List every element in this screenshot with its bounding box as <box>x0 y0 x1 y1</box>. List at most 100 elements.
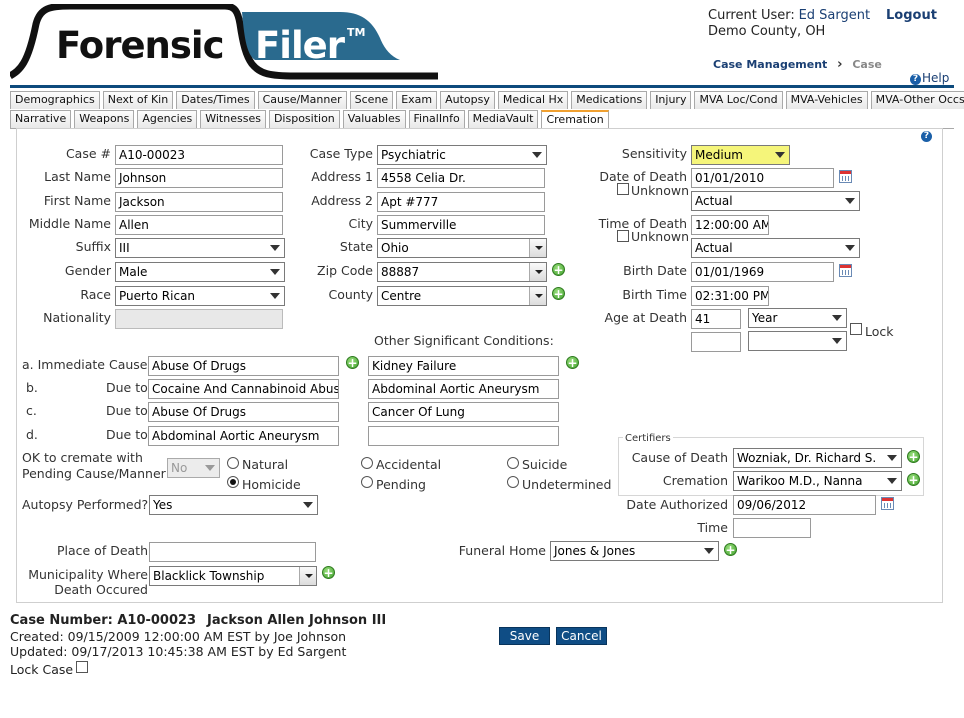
other-condition-2-field[interactable]: Abdominal Aortic Aneurysm <box>368 379 559 399</box>
cause-c-field[interactable]: Abuse Of Drugs <box>148 402 339 422</box>
autopsy-select[interactable]: Yes <box>149 495 318 515</box>
calendar-icon[interactable] <box>839 170 852 183</box>
sensitivity-select[interactable]: Medium <box>691 145 790 165</box>
manner-accidental-radio[interactable] <box>361 457 373 469</box>
tab-finalinfo[interactable]: FinalInfo <box>408 110 465 128</box>
first-name-field[interactable]: Jackson <box>115 192 283 212</box>
tod-type-select[interactable]: Actual <box>691 238 860 258</box>
cause-b-field[interactable]: Cocaine And Cannabinoid Abuse <box>148 379 339 399</box>
address1-field[interactable]: 4558 Celia Dr. <box>377 168 545 188</box>
tab-medications[interactable]: Medications <box>571 91 648 109</box>
add-certifier-icon[interactable]: + <box>907 450 920 463</box>
add-county-icon[interactable]: + <box>552 287 565 300</box>
manner-undetermined-radio[interactable] <box>507 476 519 488</box>
gender-select[interactable]: Male <box>115 262 285 282</box>
municipality-combo[interactable]: Blacklick Township <box>149 566 317 586</box>
age-field-2[interactable] <box>691 332 741 352</box>
cancel-button[interactable]: Cancel <box>556 627 607 645</box>
breadcrumb-case-management[interactable]: Case Management <box>713 58 827 71</box>
tab-demographics[interactable]: Demographics <box>10 91 100 109</box>
add-cause-icon[interactable]: + <box>346 356 359 369</box>
age-field[interactable]: 41 <box>691 309 741 329</box>
other-condition-3-field[interactable]: Cancer Of Lung <box>368 402 559 422</box>
tab-disposition[interactable]: Disposition <box>268 110 340 128</box>
tab-medical-hx[interactable]: Medical Hx <box>497 91 569 109</box>
add-condition-icon[interactable]: + <box>566 356 579 369</box>
manner-pending-radio[interactable] <box>361 476 373 488</box>
tab-cremation[interactable]: Cremation <box>541 110 609 129</box>
age-lock-checkbox[interactable] <box>850 323 862 335</box>
county-combo[interactable]: Centre <box>377 286 547 306</box>
tab-scene[interactable]: Scene <box>349 91 394 109</box>
tab-injury[interactable]: Injury <box>650 91 692 109</box>
tab-valuables[interactable]: Valuables <box>342 110 406 128</box>
funeral-select[interactable]: Jones & Jones <box>550 541 719 561</box>
tab-weapons[interactable]: Weapons <box>74 110 135 128</box>
ok-cremate-select[interactable]: No <box>167 458 220 478</box>
tab-mva-loc-cond[interactable]: MVA Loc/Cond <box>694 91 783 109</box>
last-name-field[interactable]: Johnson <box>115 168 283 188</box>
tab-mva-other-occs[interactable]: MVA-Other Occs <box>870 91 964 109</box>
address2-field[interactable]: Apt #777 <box>377 192 545 212</box>
tab-dates-times[interactable]: Dates/Times <box>176 91 255 109</box>
logout-link[interactable]: Logout <box>886 8 937 23</box>
tod-unknown-checkbox[interactable] <box>617 230 629 242</box>
race-select[interactable]: Puerto Rican <box>115 286 285 306</box>
manner-natural-radio[interactable] <box>227 457 239 469</box>
birth-time-field[interactable]: 02:31:00 PM <box>691 286 769 306</box>
dod-type-select[interactable]: Actual <box>691 191 860 211</box>
chevron-down-icon <box>832 338 842 344</box>
combo-button[interactable] <box>529 239 546 257</box>
case-no-field[interactable]: A10-00023 <box>115 145 283 165</box>
case-type-value: Psychiatric <box>381 148 446 162</box>
tab-next-of-kin[interactable]: Next of Kin <box>102 91 174 109</box>
manner-suicide-radio[interactable] <box>507 457 519 469</box>
suffix-select[interactable]: III <box>115 238 285 258</box>
cause-d-field[interactable]: Abdominal Aortic Aneurysm <box>148 426 339 446</box>
add-zip-icon[interactable]: + <box>552 263 565 276</box>
middle-name-field[interactable]: Allen <box>115 215 283 235</box>
place-field[interactable] <box>149 542 316 562</box>
add-municipality-icon[interactable]: + <box>322 566 335 579</box>
save-button[interactable]: Save <box>499 627 550 645</box>
cert-cod-select[interactable]: Wozniak, Dr. Richard S. <box>733 448 902 468</box>
panel-help-icon[interactable]: ? <box>921 131 932 142</box>
tod-field[interactable]: 12:00:00 AM <box>691 215 769 235</box>
age-unit-select[interactable]: Year <box>748 308 847 328</box>
manner-homicide-radio[interactable] <box>227 476 239 488</box>
city-field[interactable]: Summerville <box>377 215 545 235</box>
dod-unknown-checkbox[interactable] <box>617 183 629 195</box>
add-funeral-home-icon[interactable]: + <box>724 543 737 556</box>
dod-field[interactable]: 01/01/2010 <box>691 168 834 188</box>
nationality-field[interactable] <box>115 309 283 329</box>
calendar-icon[interactable] <box>881 497 894 510</box>
combo-button[interactable] <box>529 263 546 281</box>
tab-exam[interactable]: Exam <box>396 91 438 109</box>
age-unit-select-2[interactable] <box>748 331 847 351</box>
tab-mediavault[interactable]: MediaVault <box>467 110 539 128</box>
add-certifier-icon[interactable]: + <box>907 473 920 486</box>
cause-a-field[interactable]: Abuse Of Drugs <box>148 356 339 376</box>
tab-witnesses[interactable]: Witnesses <box>200 110 266 128</box>
other-condition-4-field[interactable] <box>368 426 559 446</box>
birth-date-field[interactable]: 01/01/1969 <box>691 262 834 282</box>
state-combo[interactable]: Ohio <box>377 238 547 258</box>
tab-autopsy[interactable]: Autopsy <box>440 91 495 109</box>
combo-button[interactable] <box>529 287 546 305</box>
cert-crem-select[interactable]: Warikoo M.D., Nanna <box>733 471 902 491</box>
calendar-icon[interactable] <box>839 264 852 277</box>
other-condition-1-field[interactable]: Kidney Failure <box>368 356 559 376</box>
help-link[interactable]: ? Help <box>910 71 949 85</box>
time-field[interactable] <box>733 518 811 538</box>
tab-agencies[interactable]: Agencies <box>137 110 198 128</box>
tab-cause-manner[interactable]: Cause/Manner <box>257 91 347 109</box>
zip-combo[interactable]: 88887 <box>377 262 547 282</box>
funeral-value: Jones & Jones <box>554 544 636 558</box>
tab-narrative[interactable]: Narrative <box>10 110 72 128</box>
chevron-down-icon <box>305 574 313 578</box>
date-auth-field[interactable]: 09/06/2012 <box>733 495 876 515</box>
combo-button[interactable] <box>299 567 316 585</box>
tab-mva-vehicles[interactable]: MVA-Vehicles <box>785 91 868 109</box>
case-type-select[interactable]: Psychiatric <box>377 145 547 165</box>
lock-case-checkbox[interactable] <box>76 661 88 673</box>
